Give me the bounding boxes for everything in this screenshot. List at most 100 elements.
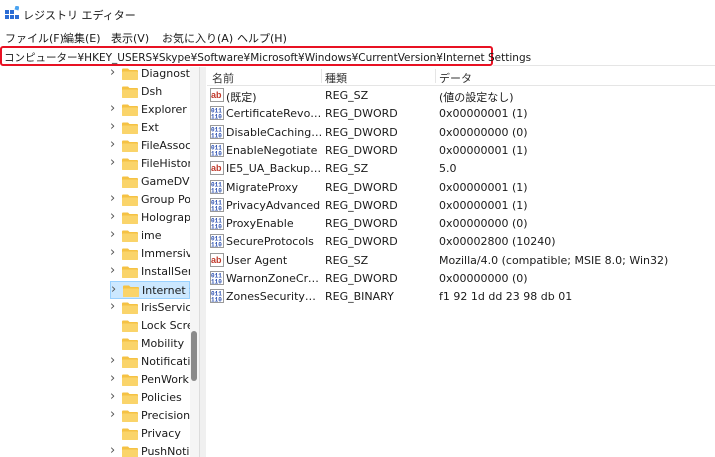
value-row[interactable]: ab (既定) REG_SZ (値の設定なし): [207, 86, 715, 104]
tree-item-label: Immersiv: [141, 247, 193, 260]
value-name: IE5_UA_Backup_Flag: [226, 162, 323, 176]
chevron-right-icon[interactable]: ›: [110, 407, 115, 422]
value-data: 5.0: [439, 162, 457, 176]
pane-splitter[interactable]: [199, 67, 206, 457]
folder-icon: [122, 104, 138, 116]
chevron-right-icon[interactable]: ›: [110, 137, 115, 152]
tree-item[interactable]: › Immersiv: [110, 245, 193, 263]
tree-item[interactable]: › PushNoti: [110, 443, 190, 457]
tree-item[interactable]: Privacy: [110, 425, 190, 443]
tree-item-label: InstallSer: [141, 265, 193, 278]
menu-edit[interactable]: 編集(E): [63, 30, 101, 46]
value-data: 0x00002800 (10240): [439, 235, 556, 249]
chevron-right-icon[interactable]: ›: [110, 371, 115, 386]
tree-scrollbar[interactable]: [190, 67, 199, 457]
chevron-right-icon[interactable]: ›: [110, 443, 115, 457]
tree-item[interactable]: › PenWork: [110, 371, 190, 389]
value-row[interactable]: 011110WarnonZoneCrossingREG_DWORD 0x00000…: [207, 269, 715, 287]
value-row[interactable]: 011 110 MigrateProxy REG_DWORD 0x00000001 (1…: [207, 178, 715, 196]
tree-item-label: Explorer: [141, 103, 187, 116]
tree-item[interactable]: › FileHistor: [110, 155, 192, 173]
menu-help[interactable]: ヘルプ(H): [237, 30, 287, 46]
chevron-right-icon[interactable]: ›: [110, 119, 115, 134]
folder-icon: [122, 122, 138, 134]
tree-item[interactable]: › Explorer: [110, 101, 190, 119]
chevron-right-icon[interactable]: ›: [110, 245, 115, 260]
tree-item[interactable]: Dsh: [110, 83, 190, 101]
value-row[interactable]: 011110CertificateRevocationREG_DWORD 0x00…: [207, 104, 715, 122]
folder-icon: [122, 410, 138, 422]
tree-item[interactable]: › Policies: [110, 389, 190, 407]
tree-item[interactable]: › Precision: [110, 407, 190, 425]
binary-value-icon: 011110: [210, 179, 224, 194]
chevron-right-icon[interactable]: ›: [110, 227, 115, 242]
column-divider[interactable]: [435, 69, 436, 83]
chevron-right-icon[interactable]: ›: [110, 299, 115, 314]
tree-item-label: Internet S: [142, 284, 197, 297]
folder-icon: [122, 302, 138, 314]
tree-item[interactable]: › Ext: [110, 119, 190, 137]
tree-scrollbar-thumb[interactable]: [191, 331, 197, 381]
tree-item[interactable]: › IrisServic: [110, 299, 191, 317]
column-header-data[interactable]: データ: [439, 70, 472, 86]
chevron-right-icon[interactable]: ›: [110, 389, 115, 404]
tree-item[interactable]: › Internet S: [110, 281, 196, 299]
value-row[interactable]: ab IE5_UA_Backup_FlagREG_SZ 5.0: [207, 159, 715, 177]
value-row[interactable]: ab User Agent REG_SZ Mozilla/4.0 (compatibl…: [207, 251, 715, 269]
folder-icon: [122, 320, 138, 332]
value-row[interactable]: 011110DisableCachingOfSSLPagesREG_DWORD 0…: [207, 123, 715, 141]
tree-item[interactable]: › Diagnost: [110, 67, 190, 83]
svg-text:110: 110: [211, 242, 222, 249]
value-name: SecureProtocols: [226, 235, 314, 249]
value-type: REG_DWORD: [325, 180, 398, 194]
column-header-name[interactable]: 名前: [212, 70, 234, 86]
value-row[interactable]: 011110ZonesSecurityUpgradeREG_BINARY f1 9…: [207, 287, 715, 305]
value-type: REG_DWORD: [325, 235, 398, 249]
tree-item[interactable]: Mobility: [110, 335, 190, 353]
value-row[interactable]: 011 110 EnableNegotiate REG_DWORD 0x00000001…: [207, 141, 715, 159]
chevron-right-icon[interactable]: ›: [110, 191, 115, 206]
window-title: レジストリ エディター: [23, 9, 136, 22]
folder-icon: [122, 140, 138, 152]
menu-file[interactable]: ファイル(F): [5, 30, 64, 46]
chevron-right-icon[interactable]: ›: [110, 209, 115, 224]
menu-bar: ファイル(F) 編集(E) 表示(V) お気に入り(A) ヘルプ(H): [0, 28, 715, 46]
column-header-type[interactable]: 種類: [325, 70, 347, 86]
binary-value-icon: 011110: [210, 142, 224, 157]
tree-item[interactable]: › ime: [110, 227, 190, 245]
tree-item[interactable]: Lock Scre: [110, 317, 194, 335]
value-data: f1 92 1d dd 23 98 db 01: [439, 290, 573, 304]
string-value-icon: ab: [210, 252, 224, 267]
chevron-right-icon[interactable]: ›: [110, 67, 115, 80]
address-path: コンピューター¥HKEY_USERS¥Skype¥Software¥Micros…: [4, 52, 532, 64]
svg-text:ab: ab: [211, 163, 222, 173]
tree-item[interactable]: › Notificati: [110, 353, 190, 371]
value-name: CertificateRevocation: [226, 107, 323, 121]
address-bar[interactable]: コンピューター¥HKEY_USERS¥Skype¥Software¥Micros…: [0, 46, 531, 66]
chevron-right-icon[interactable]: ›: [110, 263, 115, 278]
svg-text:ab: ab: [211, 90, 222, 100]
menu-view[interactable]: 表示(V): [111, 30, 149, 46]
tree-item[interactable]: GameDVR: [110, 173, 197, 191]
value-row[interactable]: 011 110 ProxyEnable REG_DWORD 0x00000000 (0): [207, 214, 715, 232]
tree-item-label: PushNoti: [141, 445, 190, 457]
folder-icon: [122, 374, 138, 386]
folder-icon: [122, 338, 138, 350]
column-divider[interactable]: [321, 69, 322, 83]
tree-item[interactable]: › Group Po: [110, 191, 191, 209]
value-type: REG_SZ: [325, 89, 369, 102]
value-row[interactable]: 011 110 SecureProtocols REG_DWORD 0x00002800…: [207, 232, 715, 250]
chevron-right-icon[interactable]: ›: [110, 155, 115, 170]
chevron-right-icon[interactable]: ›: [110, 101, 115, 116]
value-type: REG_SZ: [325, 162, 369, 176]
chevron-right-icon[interactable]: ›: [111, 282, 116, 297]
tree-item[interactable]: › Holograp: [110, 209, 191, 227]
value-name: (既定): [226, 91, 257, 104]
tree-item[interactable]: › InstallSer: [110, 263, 193, 281]
chevron-right-icon[interactable]: ›: [110, 353, 115, 368]
tree-item[interactable]: › FileAssoc: [110, 137, 191, 155]
value-row[interactable]: 011 110 PrivacyAdvanced REG_DWORD 0x00000001…: [207, 196, 715, 214]
binary-value-icon: 011110: [210, 106, 224, 121]
binary-value-icon: 011110: [210, 289, 224, 304]
menu-favorites[interactable]: お気に入り(A): [162, 30, 233, 46]
